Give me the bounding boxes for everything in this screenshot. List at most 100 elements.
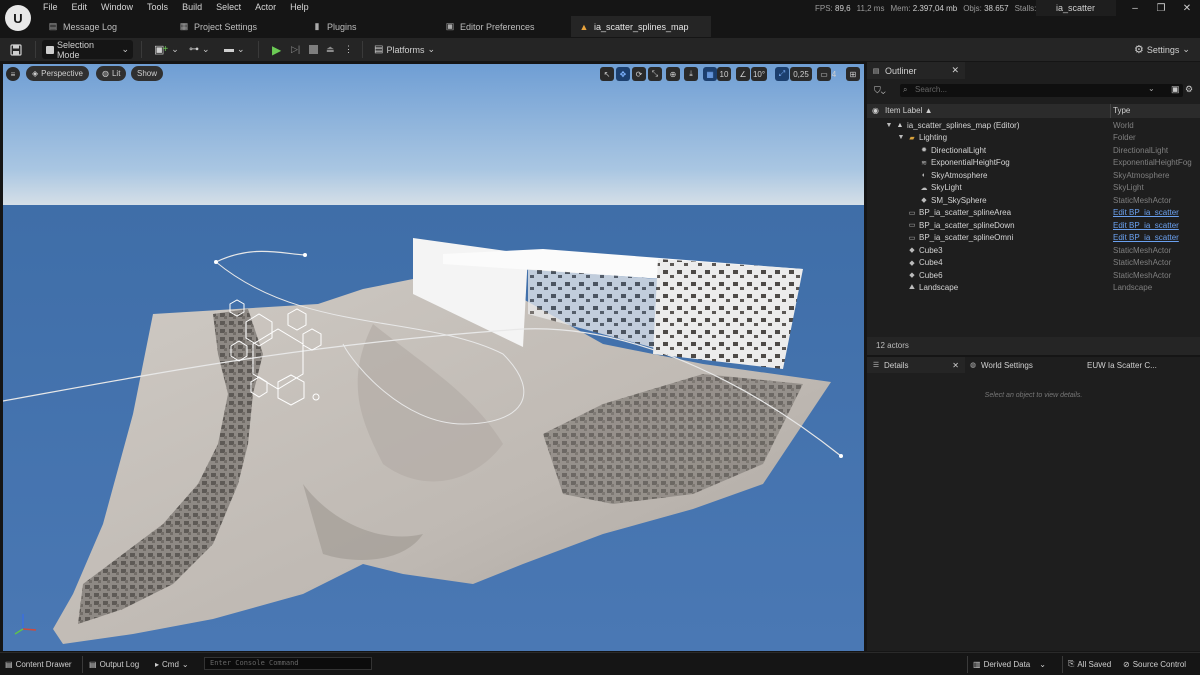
outliner-row[interactable]: ≋ ExponentialHeightFog ExponentialHeightFo… [867, 157, 1200, 170]
outliner-row[interactable]: ▼ ▲ ia_scatter_splines_map (Editor) World [867, 119, 1200, 132]
settings-button[interactable]: ⚙ Settings ⌄ [1130, 40, 1194, 59]
outliner-row[interactable]: ⛰ Landscape Landscape [867, 282, 1200, 295]
expand-arrow-icon[interactable]: ▼ [885, 121, 893, 129]
scale-icon[interactable]: ⤡ [648, 67, 662, 81]
outliner-row-type: StaticMeshActor [1113, 195, 1172, 205]
blueprint-icon: ⊶ [189, 44, 199, 55]
viewport-menu-icon[interactable]: ≡ [6, 67, 20, 81]
rotation-snap-icon[interactable]: ∠ [736, 67, 750, 81]
unreal-logo-icon[interactable]: U [5, 5, 31, 31]
tab-project-settings[interactable]: ▦ Project Settings [171, 16, 296, 37]
project-settings-icon: ▦ [179, 21, 189, 31]
select-mode-icon[interactable]: ↖ [600, 67, 614, 81]
tab-details[interactable]: ☰ Details ✕ [867, 357, 965, 373]
outliner-row[interactable]: ✹ DirectionalLight DirectionalLight [867, 144, 1200, 157]
source-control-button[interactable]: ⊘ Source Control [1123, 657, 1186, 671]
outliner-row[interactable]: ▭ BP_ia_scatter_splineDown Edit BP_ia_scat… [867, 219, 1200, 232]
tab-editor-preferences[interactable]: ▣ Editor Preferences [437, 16, 562, 37]
tab-outliner[interactable]: ▤ Outliner ✕ [867, 62, 965, 79]
outliner-row[interactable]: ◆ SM_SkySphere StaticMeshActor [867, 194, 1200, 207]
outliner-row[interactable]: ◆ Cube6 StaticMeshActor [867, 269, 1200, 282]
scale-snap-icon[interactable]: ⤢ [775, 67, 789, 81]
content-drawer-button[interactable]: ▤ Content Drawer [5, 657, 72, 671]
save-icon[interactable] [6, 40, 26, 59]
close-tab-icon[interactable]: ✕ [951, 65, 959, 76]
grid-snap-icon[interactable]: ▦ [703, 67, 717, 81]
scale-snap-value[interactable]: 0,25 [790, 67, 812, 81]
outliner-row[interactable]: ◆ Cube4 StaticMeshActor [867, 257, 1200, 270]
column-divider [1110, 104, 1111, 118]
clapperboard-icon: ▬ [224, 44, 234, 55]
play-options-button[interactable]: ⋮ [340, 40, 357, 59]
tab-level-map[interactable]: ▲ ia_scatter_splines_map [571, 16, 711, 37]
camera-speed-value[interactable]: 4 [829, 67, 839, 81]
tab-message-log[interactable]: ▤ Message Log [40, 16, 165, 37]
level-viewport[interactable]: ≡ ◈ Perspective ◍ Lit Show ↖ ✥ ⟳ ⤡ ⊕ ⤓ ▦… [3, 64, 864, 651]
source-control-label: Source Control [1132, 659, 1187, 669]
menu-tools[interactable]: Tools [140, 2, 175, 13]
cinematics-button[interactable]: ▬ ⌄ [220, 40, 249, 59]
edit-blueprint-link[interactable]: Edit BP_ia_scatter [1113, 208, 1179, 217]
cmd-dropdown[interactable]: ▸ Cmd ⌄ [155, 657, 189, 671]
add-folder-icon[interactable]: ▣ [1171, 84, 1180, 95]
play-button[interactable]: ▶ [268, 40, 285, 59]
all-saved-button[interactable]: ⎘ All Saved [1068, 657, 1111, 671]
tab-label: Editor Preferences [460, 21, 535, 32]
filter-icon[interactable]: ⛉⌄ [874, 85, 886, 96]
menu-window[interactable]: Window [94, 2, 140, 13]
close-window-icon[interactable]: ✕ [1176, 2, 1198, 16]
menu-edit[interactable]: Edit [65, 2, 95, 13]
rotate-icon[interactable]: ⟳ [632, 67, 646, 81]
grid-snap-value[interactable]: 10 [717, 67, 731, 81]
advance-frame-button[interactable]: ▷| [287, 40, 304, 59]
derived-data-button[interactable]: ▥ Derived Data ⌄ [973, 657, 1046, 671]
menu-select[interactable]: Select [209, 2, 248, 13]
outliner-search-input[interactable]: Search... [900, 84, 1183, 97]
outliner-row-label: ExponentialHeightFog [931, 158, 1010, 168]
stop-button[interactable] [305, 40, 322, 59]
outliner-row[interactable]: ▼ ▰ Lighting Folder [867, 132, 1200, 145]
visibility-eye-icon[interactable]: ◉ [872, 106, 879, 115]
menu-build[interactable]: Build [175, 2, 209, 13]
translate-icon[interactable]: ✥ [616, 67, 630, 81]
menu-file[interactable]: File [36, 2, 65, 13]
outliner-tab-label: Outliner [885, 65, 917, 76]
console-command-input[interactable]: Enter Console Command [204, 657, 372, 670]
chevron-down-icon[interactable]: ⌄ [1148, 84, 1155, 93]
perspective-button[interactable]: ◈ Perspective [26, 66, 89, 81]
main-toolbar: Selection Mode ⌄ ▣ + ⌄ ⊶ ⌄ ▬ ⌄ ▶ ▷| ⏏ ⋮ … [0, 38, 1200, 61]
outliner-row[interactable]: ◆ Cube3 StaticMeshActor [867, 244, 1200, 257]
menu-help[interactable]: Help [283, 2, 316, 13]
gear-icon[interactable]: ⚙ [1185, 84, 1193, 95]
outliner-row[interactable]: ◐ SkyAtmosphere SkyAtmosphere [867, 169, 1200, 182]
tab-world-settings[interactable]: ◍ World Settings [969, 357, 1069, 373]
selection-mode-dropdown[interactable]: Selection Mode ⌄ [42, 40, 133, 60]
column-type[interactable]: Type [1113, 106, 1130, 115]
platforms-button[interactable]: ▤ Platforms ⌄ [370, 40, 439, 59]
surface-snap-icon[interactable]: ⤓ [684, 67, 698, 81]
minimize-icon[interactable]: – [1124, 2, 1146, 16]
lit-button[interactable]: ◍ Lit [96, 66, 127, 81]
maximize-icon[interactable]: ❐ [1150, 2, 1172, 16]
rotation-snap-value[interactable]: 10° [751, 67, 767, 81]
column-item-label[interactable]: Item Label ▲ [885, 106, 933, 115]
tab-euw-ia-scatter[interactable]: EUW Ia Scatter C... [1087, 357, 1197, 373]
blueprint-button[interactable]: ⊶ ⌄ [185, 40, 214, 59]
outliner-row[interactable]: ☁ SkyLight SkyLight [867, 182, 1200, 195]
outliner-row[interactable]: ▭ BP_ia_scatter_splineOmni Edit BP_ia_scat… [867, 232, 1200, 245]
viewport-layout-icon[interactable]: ⊞ [846, 67, 860, 81]
add-actor-button[interactable]: ▣ + ⌄ [150, 40, 183, 59]
edit-blueprint-link[interactable]: Edit BP_ia_scatter [1113, 233, 1179, 242]
tab-plugins[interactable]: ▮ Plugins [304, 16, 429, 37]
outliner-row[interactable]: ▭ BP_ia_scatter_splineArea Edit BP_ia_scat… [867, 207, 1200, 220]
edit-blueprint-link[interactable]: Edit BP_ia_scatter [1113, 221, 1179, 230]
show-button[interactable]: Show [131, 66, 164, 81]
eject-button[interactable]: ⏏ [322, 40, 339, 59]
menu-actor[interactable]: Actor [248, 2, 283, 13]
details-empty-hint: Select an object to view details. [984, 392, 1083, 399]
outliner-row-label: BP_ia_scatter_splineDown [919, 220, 1015, 230]
expand-arrow-icon[interactable]: ▼ [897, 134, 905, 142]
world-space-icon[interactable]: ⊕ [666, 67, 680, 81]
close-tab-icon[interactable]: ✕ [952, 361, 959, 370]
output-log-button[interactable]: ▤ Output Log [89, 657, 139, 671]
